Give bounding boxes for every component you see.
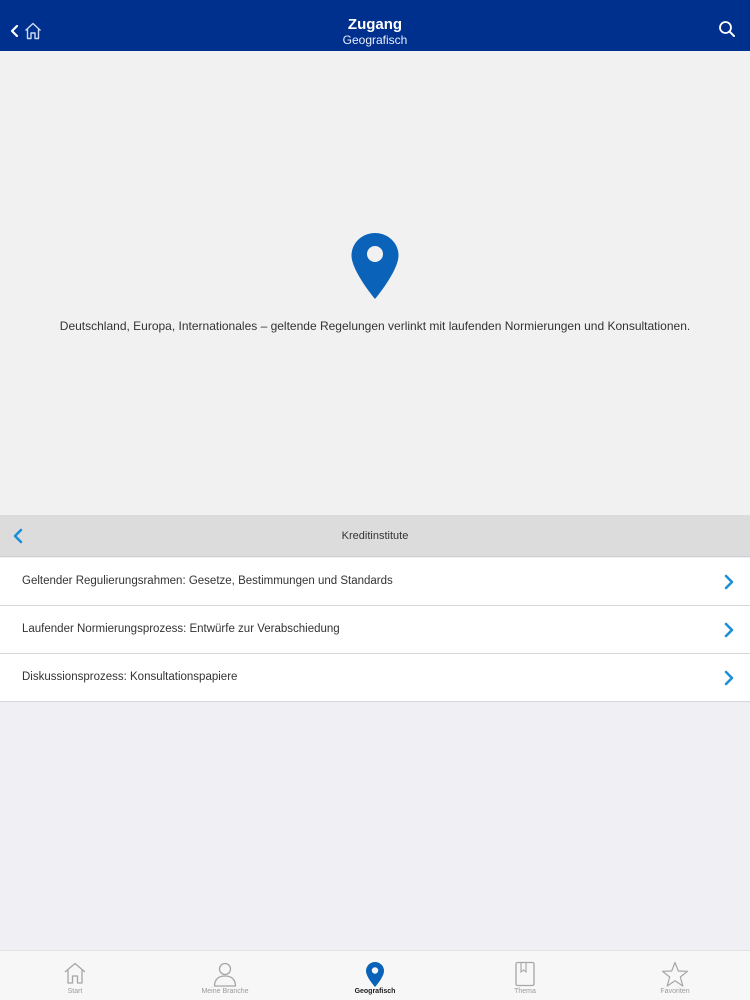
intro-panel: Deutschland, Europa, Internationales – g… — [0, 51, 750, 515]
list-item-regulatory-framework[interactable]: Geltender Regulierungsrahmen: Gesetze, B… — [0, 558, 750, 606]
intro-description: Deutschland, Europa, Internationales – g… — [59, 319, 691, 333]
tab-geografisch[interactable]: Geografisch — [300, 951, 450, 1000]
tab-start[interactable]: Start — [0, 951, 150, 1000]
tab-thema[interactable]: Thema — [450, 951, 600, 1000]
navigation-title-group: Zugang Geografisch — [0, 16, 750, 47]
tab-meine-branche[interactable]: Meine Branche — [150, 951, 300, 1000]
tab-label: Meine Branche — [201, 988, 249, 995]
list-item-consultation-papers[interactable]: Diskussionsprozess: Konsultationspapiere — [0, 654, 750, 702]
tab-label: Start — [67, 988, 83, 995]
home-icon — [62, 951, 88, 990]
list-item-standardization-process[interactable]: Laufender Normierungsprozess: Entwürfe z… — [0, 606, 750, 654]
book-icon — [514, 951, 536, 992]
chevron-right-icon — [723, 670, 735, 686]
page-title: Zugang — [347, 16, 403, 33]
list-item-label: Laufender Normierungsprozess: Entwürfe z… — [22, 623, 340, 635]
chevron-right-icon — [723, 622, 735, 638]
person-icon — [212, 951, 238, 992]
tab-label: Favoriten — [660, 988, 690, 995]
list-item-label: Diskussionsprozess: Konsultationspapiere — [22, 671, 238, 683]
section-title: Kreditinstitute — [341, 530, 409, 542]
location-pin-icon — [350, 231, 400, 301]
tab-bar: Start Meine Branche Geografisch Thema Fa… — [0, 950, 750, 1000]
tab-label: Geografisch — [354, 988, 396, 995]
list-item-label: Geltender Regulierungsrahmen: Gesetze, B… — [22, 575, 393, 587]
navigation-bar: Zugang Geografisch — [0, 0, 750, 51]
page-subtitle: Geografisch — [342, 33, 408, 47]
tab-label: Thema — [514, 988, 536, 995]
location-pin-icon — [365, 951, 385, 993]
tab-favoriten[interactable]: Favoriten — [600, 951, 750, 1000]
search-icon — [718, 21, 736, 42]
chevron-right-icon — [723, 574, 735, 590]
regulation-list: Geltender Regulierungsrahmen: Gesetze, B… — [0, 558, 750, 702]
section-header: Kreditinstitute — [0, 515, 750, 557]
search-button[interactable] — [718, 20, 736, 38]
star-icon — [661, 951, 689, 993]
